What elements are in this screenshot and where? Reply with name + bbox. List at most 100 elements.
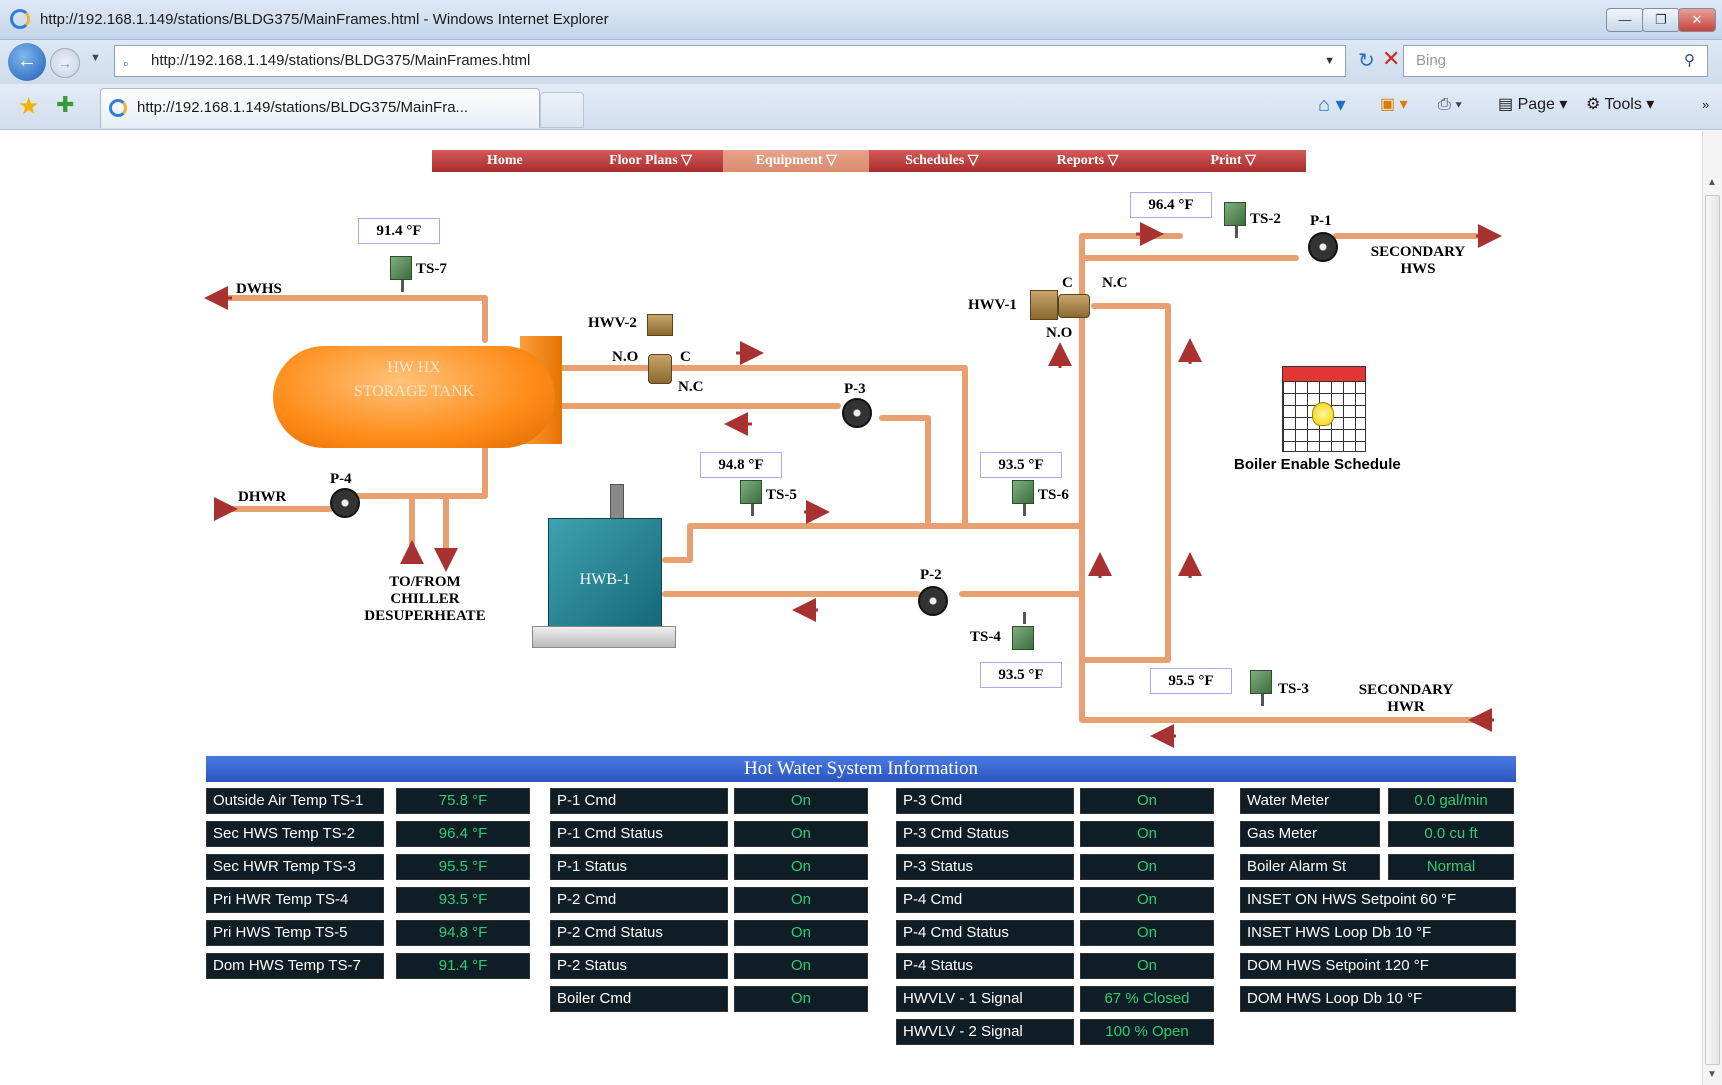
- label-ts6: TS-6: [1038, 487, 1069, 503]
- info-value[interactable]: 0.0 gal/min: [1388, 788, 1514, 814]
- pump-p3-icon[interactable]: [842, 398, 872, 428]
- sensor-ts6-stem: [1023, 504, 1026, 516]
- temp-ts5: 94.8 °F: [700, 452, 782, 478]
- label-chiller-3: DESUPERHEATE: [364, 608, 486, 624]
- info-value[interactable]: On: [734, 986, 868, 1012]
- sensor-ts4-icon[interactable]: [1012, 626, 1034, 650]
- pump-p4-icon[interactable]: [330, 488, 360, 518]
- label-dwhs: DWHS: [236, 281, 282, 297]
- info-value[interactable]: 96.4 °F: [396, 821, 530, 847]
- sensor-ts5-icon[interactable]: [740, 480, 762, 504]
- flow-arrows: [204, 222, 1502, 748]
- temp-ts7: 91.4 °F: [358, 218, 440, 244]
- boiler-hwb1[interactable]: HWB-1: [548, 518, 662, 630]
- info-label: P-3 Status: [896, 854, 1074, 880]
- info-setpoint[interactable]: DOM HWS Loop Db 10 °F: [1240, 986, 1516, 1012]
- label-hwv2-c: C: [680, 349, 691, 365]
- info-label: HWVLV - 2 Signal: [896, 1019, 1074, 1045]
- label-ts7: TS-7: [416, 261, 447, 277]
- label-dhwr: DHWR: [238, 489, 287, 505]
- info-value[interactable]: 0.0 cu ft: [1388, 821, 1514, 847]
- info-label: Pri HWR Temp TS-4: [206, 887, 384, 913]
- info-value[interactable]: On: [734, 887, 868, 913]
- hwv1-valve-body[interactable]: [1058, 294, 1090, 318]
- info-value[interactable]: On: [734, 788, 868, 814]
- label-chiller-2: CHILLER: [390, 591, 460, 607]
- temp-ts6: 93.5 °F: [980, 452, 1062, 478]
- schedule-label[interactable]: Boiler Enable Schedule: [1234, 456, 1401, 473]
- info-value[interactable]: On: [734, 854, 868, 880]
- info-label: Dom HWS Temp TS-7: [206, 953, 384, 979]
- hwv2-valve-body[interactable]: [648, 354, 672, 384]
- hw-storage-tank[interactable]: HW HX STORAGE TANK: [273, 346, 555, 448]
- label-secondary-hws-2: HWS: [1400, 261, 1436, 277]
- boiler-label: HWB-1: [579, 571, 631, 588]
- info-label: P-3 Cmd Status: [896, 821, 1074, 847]
- info-label: Sec HWS Temp TS-2: [206, 821, 384, 847]
- label-secondary-hwr: SECONDARY HWR: [1346, 682, 1466, 716]
- boiler-stack: [610, 484, 624, 520]
- sensor-ts2-stem: [1235, 226, 1238, 238]
- label-hwv1-c: C: [1062, 275, 1073, 291]
- sensor-ts6-icon[interactable]: [1012, 480, 1034, 504]
- info-label: Gas Meter: [1240, 821, 1380, 847]
- label-chiller: TO/FROM CHILLER DESUPERHEATE: [350, 574, 500, 625]
- info-setpoint[interactable]: INSET ON HWS Setpoint 60 °F: [1240, 887, 1516, 913]
- info-value[interactable]: On: [1080, 854, 1214, 880]
- hwv1-actuator[interactable]: [1030, 290, 1058, 320]
- info-value[interactable]: On: [1080, 788, 1214, 814]
- info-label: P-2 Cmd: [550, 887, 728, 913]
- info-value[interactable]: 95.5 °F: [396, 854, 530, 880]
- pump-p1-icon[interactable]: [1308, 232, 1338, 262]
- label-hwv2-no: N.O: [612, 349, 639, 365]
- label-ts5: TS-5: [766, 487, 797, 503]
- label-p2: P-2: [920, 567, 942, 583]
- info-label: P-1 Cmd Status: [550, 821, 728, 847]
- info-label: Water Meter: [1240, 788, 1380, 814]
- temp-ts3: 95.5 °F: [1150, 668, 1232, 694]
- tank-label-1: HW HX: [387, 359, 441, 376]
- label-hwv2-nc: N.C: [678, 379, 704, 395]
- hwv2-actuator[interactable]: [647, 314, 673, 336]
- info-value[interactable]: On: [734, 920, 868, 946]
- label-p4: P-4: [330, 471, 352, 487]
- info-value[interactable]: 67 % Closed: [1080, 986, 1214, 1012]
- label-secondary-hws-1: SECONDARY: [1370, 244, 1466, 260]
- pump-p2-icon[interactable]: [918, 586, 948, 616]
- pipe-primary-riser: [1079, 255, 1479, 723]
- info-value[interactable]: On: [734, 953, 868, 979]
- info-value[interactable]: On: [1080, 953, 1214, 979]
- info-value[interactable]: On: [1080, 821, 1214, 847]
- info-label: P-3 Cmd: [896, 788, 1074, 814]
- sensor-ts3-icon[interactable]: [1250, 670, 1272, 694]
- info-label: P-4 Status: [896, 953, 1074, 979]
- pipe-p3: [879, 415, 931, 529]
- sensor-ts2-icon[interactable]: [1224, 202, 1246, 226]
- pipe-dhwr: [352, 437, 488, 499]
- pipe-dwhs: [225, 295, 488, 343]
- info-value[interactable]: 93.5 °F: [396, 887, 530, 913]
- info-value[interactable]: Normal: [1388, 854, 1514, 880]
- pipe-chiller: [409, 493, 449, 551]
- info-value[interactable]: 100 % Open: [1080, 1019, 1214, 1045]
- info-value[interactable]: On: [734, 821, 868, 847]
- info-value[interactable]: On: [1080, 920, 1214, 946]
- sensor-ts4-stem: [1023, 612, 1026, 624]
- pipe-boiler-supply: [662, 523, 1085, 563]
- info-value[interactable]: 75.8 °F: [396, 788, 530, 814]
- info-label: Boiler Alarm St: [1240, 854, 1380, 880]
- info-label: HWVLV - 1 Signal: [896, 986, 1074, 1012]
- info-label: P-2 Status: [550, 953, 728, 979]
- pipes: [225, 233, 1479, 723]
- pipe-bypass: [1079, 303, 1171, 663]
- info-setpoint[interactable]: INSET HWS Loop Db 10 °F: [1240, 920, 1516, 946]
- info-label: P-1 Status: [550, 854, 728, 880]
- calendar-header: [1283, 367, 1365, 381]
- info-value[interactable]: On: [1080, 887, 1214, 913]
- info-setpoint[interactable]: DOM HWS Setpoint 120 °F: [1240, 953, 1516, 979]
- info-value[interactable]: 91.4 °F: [396, 953, 530, 979]
- info-value[interactable]: 94.8 °F: [396, 920, 530, 946]
- sensor-ts7-icon[interactable]: [390, 256, 412, 280]
- info-label: P-1 Cmd: [550, 788, 728, 814]
- label-ts2: TS-2: [1250, 211, 1281, 227]
